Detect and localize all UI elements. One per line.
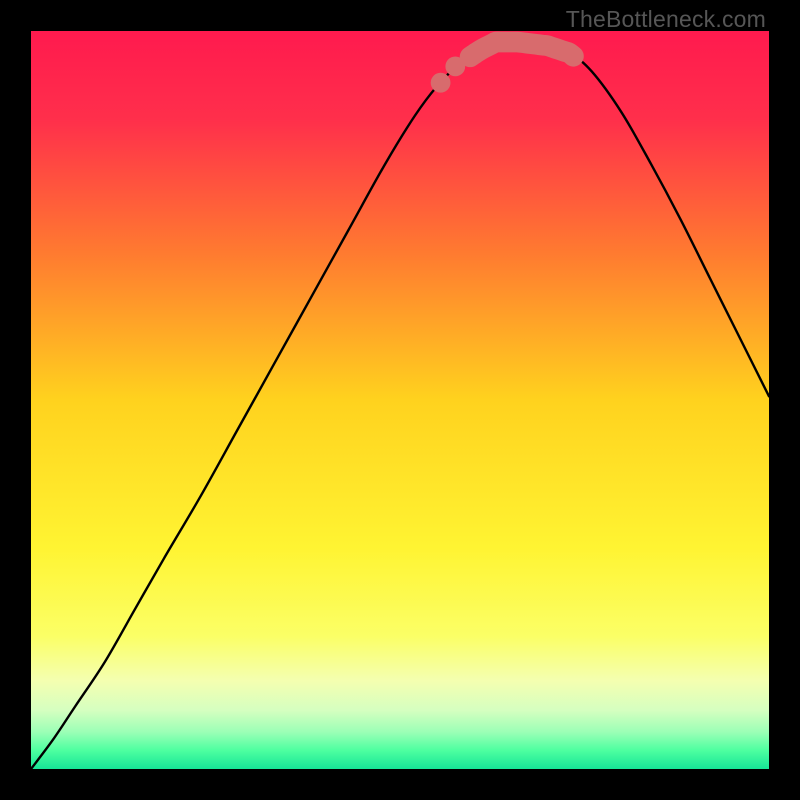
gradient-background — [31, 31, 769, 769]
plot-area — [31, 31, 769, 769]
chart-frame: TheBottleneck.com — [0, 0, 800, 800]
plot-svg — [31, 31, 769, 769]
highlight-dot-1 — [445, 57, 465, 77]
watermark-text: TheBottleneck.com — [566, 6, 766, 33]
highlight-dot-0 — [431, 73, 451, 93]
